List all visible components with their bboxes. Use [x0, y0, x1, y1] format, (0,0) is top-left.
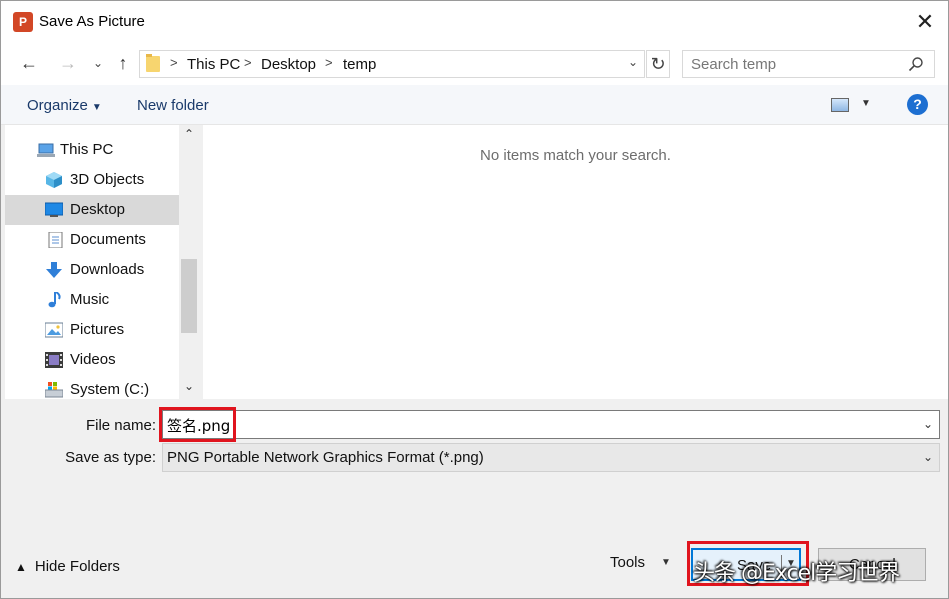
sidebar-item-label: 3D Objects: [70, 171, 145, 188]
breadcrumb-temp[interactable]: temp: [343, 56, 376, 73]
new-folder-button[interactable]: New folder: [137, 97, 209, 114]
navigation-bar: ← → ⌄ ↑ > This PC > Desktop > temp ⌄ ↻: [1, 43, 948, 85]
hide-folders-button[interactable]: ▲ Hide Folders: [15, 558, 120, 575]
sidebar-item-label: Videos: [70, 351, 116, 368]
view-dropdown-icon[interactable]: ▼: [861, 98, 871, 109]
sidebar-item-documents[interactable]: Documents: [5, 225, 179, 255]
sidebar-item-label: System (C:): [70, 381, 150, 398]
scroll-up-icon[interactable]: ⌃: [182, 127, 196, 141]
chevron-down-icon[interactable]: ⌄: [923, 417, 933, 431]
chevron-up-icon: ▲: [15, 560, 27, 574]
sidebar-item-pictures[interactable]: Pictures: [5, 315, 179, 345]
download-icon: [46, 262, 62, 278]
search-input[interactable]: [691, 55, 891, 73]
sidebar-item-this-pc[interactable]: This PC: [5, 135, 179, 165]
powerpoint-icon: P: [13, 12, 36, 32]
scroll-down-icon[interactable]: ⌄: [182, 379, 196, 393]
hide-folders-label: Hide Folders: [34, 558, 120, 575]
breadcrumb-desktop[interactable]: Desktop: [261, 56, 316, 73]
cube-icon: [46, 172, 62, 188]
caret-down-icon: ▼: [91, 102, 102, 113]
close-button[interactable]: ✕: [902, 1, 948, 43]
watermark-text: 头条 @Excel学习世界: [693, 561, 900, 586]
up-button[interactable]: ↑: [112, 51, 134, 75]
filename-combobox[interactable]: ⌄: [162, 410, 940, 439]
sidebar-item-label: Documents: [70, 231, 146, 248]
filename-label: File name:: [85, 417, 156, 434]
sidebar-item-videos[interactable]: Videos: [5, 345, 179, 375]
computer-icon: [37, 143, 55, 157]
address-dropdown-icon[interactable]: ⌄: [628, 55, 638, 69]
sidebar-item-desktop[interactable]: Desktop: [5, 195, 179, 225]
music-icon: [48, 292, 61, 308]
sidebar-item-3d-objects[interactable]: 3D Objects: [5, 165, 179, 195]
back-button[interactable]: ←: [17, 51, 41, 75]
recent-locations-button[interactable]: ⌄: [89, 51, 107, 75]
file-list-pane[interactable]: No items match your search.: [203, 125, 948, 399]
sidebar-item-downloads[interactable]: Downloads: [5, 255, 179, 285]
breadcrumb-separator[interactable]: >: [170, 55, 178, 70]
breadcrumb-separator[interactable]: >: [325, 55, 333, 70]
command-toolbar: Organize ▼ New folder ▼ ?: [1, 85, 948, 125]
tools-dropdown-icon[interactable]: ▼: [661, 557, 671, 568]
sidebar-item-music[interactable]: Music: [5, 285, 179, 315]
tools-button[interactable]: Tools: [610, 554, 645, 571]
chevron-down-icon[interactable]: ⌄: [923, 450, 933, 464]
title-bar: P Save As Picture ✕: [1, 1, 948, 43]
breadcrumb-separator[interactable]: >: [244, 55, 252, 70]
sidebar-item-label: Desktop: [70, 201, 126, 218]
empty-message: No items match your search.: [480, 147, 671, 164]
sidebar-item-label: This PC: [60, 141, 114, 158]
dialog-title: Save As Picture: [39, 13, 145, 30]
savetype-select[interactable]: PNG Portable Network Graphics Format (*.…: [162, 443, 940, 472]
sidebar-item-system-c[interactable]: System (C:): [5, 375, 179, 399]
organize-button[interactable]: Organize ▼: [27, 97, 102, 114]
sidebar-item-label: Pictures: [70, 321, 125, 338]
scrollbar-thumb[interactable]: [181, 259, 197, 333]
sidebar-item-label: Music: [70, 291, 110, 308]
filename-input[interactable]: [167, 415, 907, 435]
refresh-button[interactable]: ↻: [646, 50, 670, 78]
savetype-label: Save as type:: [65, 449, 156, 466]
folder-icon: [146, 54, 160, 72]
drive-icon: [45, 382, 63, 398]
search-box[interactable]: [682, 50, 935, 78]
save-as-dialog: P Save As Picture ✕ ← → ⌄ ↑ > This PC > …: [0, 0, 949, 599]
sidebar-item-label: Downloads: [70, 261, 145, 278]
navigation-pane: This PC 3D Objects Desktop Documents Dow…: [5, 125, 179, 399]
search-icon[interactable]: [908, 56, 924, 72]
address-bar[interactable]: > This PC > Desktop > temp ⌄: [139, 50, 645, 78]
breadcrumb-this-pc[interactable]: This PC: [187, 56, 240, 73]
video-icon: [45, 352, 63, 368]
desktop-icon: [45, 202, 63, 217]
view-mode-icon[interactable]: [831, 98, 849, 112]
pictures-icon: [45, 322, 63, 338]
help-button[interactable]: ?: [907, 94, 928, 115]
savetype-value: PNG Portable Network Graphics Format (*.…: [167, 449, 484, 466]
document-icon: [48, 232, 63, 248]
organize-label: Organize: [27, 97, 88, 114]
sidebar-scrollbar[interactable]: ⌃ ⌄: [179, 125, 199, 399]
forward-button[interactable]: →: [56, 51, 80, 75]
filename-highlight: [159, 407, 236, 442]
